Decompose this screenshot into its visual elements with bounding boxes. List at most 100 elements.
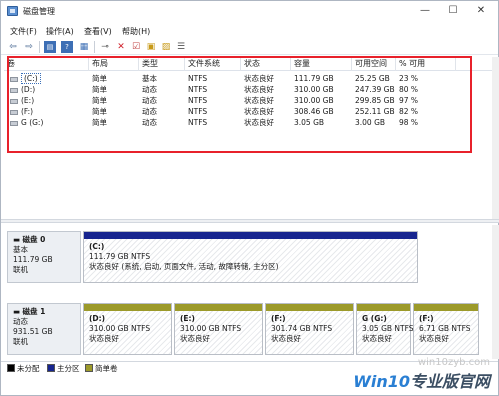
menu-view[interactable]: 查看(V) bbox=[84, 26, 112, 37]
volume-layout: 简单 bbox=[92, 74, 107, 83]
disk-1-label[interactable]: ▬ 磁盘 1 动态 931.51 GB 联机 bbox=[7, 303, 81, 355]
close-button[interactable]: ✕ bbox=[467, 1, 495, 21]
volume-disk-icon bbox=[10, 87, 18, 93]
volume-layout: 简单 bbox=[92, 96, 107, 105]
column-layout[interactable]: 布局 bbox=[89, 57, 139, 71]
column-volume[interactable]: 卷 bbox=[4, 57, 89, 71]
column-percent-free[interactable]: % 可用 bbox=[396, 57, 456, 71]
list-icon[interactable]: ☰ bbox=[175, 41, 187, 53]
volume-disk-icon bbox=[10, 120, 18, 126]
partition-bar bbox=[266, 304, 353, 311]
column-status[interactable]: 状态 bbox=[241, 57, 291, 71]
volume-filesystem: NTFS bbox=[188, 74, 208, 83]
volume-type: 基本 bbox=[142, 74, 157, 83]
volume-status: 状态良好 bbox=[244, 118, 274, 127]
partition-bar bbox=[357, 304, 410, 311]
open-icon[interactable]: ▨ bbox=[160, 41, 172, 53]
disk-state: 联机 bbox=[13, 265, 28, 274]
column-type[interactable]: 类型 bbox=[139, 57, 185, 71]
legend-simple: 简单卷 bbox=[85, 364, 118, 373]
legend-swatch bbox=[7, 364, 15, 372]
new-icon[interactable]: ▣ bbox=[145, 41, 157, 53]
volume-free: 3.00 GB bbox=[355, 118, 386, 127]
partition-e[interactable]: (E:) 310.00 GB NTFS 状态良好 bbox=[174, 303, 263, 355]
volume-status: 状态良好 bbox=[244, 85, 274, 94]
volume-capacity: 3.05 GB bbox=[294, 118, 325, 127]
column-capacity[interactable]: 容量 bbox=[291, 57, 352, 71]
minimize-button[interactable]: — bbox=[411, 1, 439, 21]
partition-letter: (F:) bbox=[271, 314, 286, 323]
console-icon[interactable]: ▤ bbox=[44, 41, 56, 53]
volume-row[interactable]: (C:) 简单 基本 NTFS 状态良好 111.79 GB 25.25 GB … bbox=[4, 73, 492, 84]
disk-name: 磁盘 0 bbox=[22, 235, 46, 244]
forward-icon[interactable]: ⇨ bbox=[23, 41, 35, 53]
partition-bar bbox=[84, 232, 417, 239]
partition-f[interactable]: (F:) 301.74 GB NTFS 状态良好 bbox=[265, 303, 354, 355]
back-icon[interactable]: ⇦ bbox=[7, 41, 19, 53]
volume-type: 动态 bbox=[142, 96, 157, 105]
menu-help[interactable]: 帮助(H) bbox=[122, 26, 150, 37]
volume-percent: 23 % bbox=[399, 74, 419, 83]
disk-0-label[interactable]: ▬ 磁盘 0 基本 111.79 GB 联机 bbox=[7, 231, 81, 283]
partition-c[interactable]: (C:) 111.79 GB NTFS 状态良好 (系统, 启动, 页面文件, … bbox=[83, 231, 418, 283]
pane-splitter[interactable] bbox=[1, 219, 499, 223]
legend-primary: 主分区 bbox=[47, 364, 80, 373]
legend-label: 简单卷 bbox=[95, 364, 118, 373]
maximize-button[interactable]: ☐ bbox=[439, 1, 467, 21]
volume-percent: 97 % bbox=[399, 96, 419, 105]
volume-capacity: 310.00 GB bbox=[294, 96, 334, 105]
partition-f-extension[interactable]: (F:) 6.71 GB NTFS 状态良好 bbox=[413, 303, 479, 355]
check-icon[interactable]: ☑ bbox=[130, 41, 142, 53]
partition-status: 状态良好 bbox=[362, 334, 392, 343]
toolbar-separator bbox=[39, 41, 40, 53]
column-free-space[interactable]: 可用空间 bbox=[352, 57, 396, 71]
partition-letter: (C:) bbox=[89, 242, 105, 251]
volume-status: 状态良好 bbox=[244, 96, 274, 105]
disk-state: 联机 bbox=[13, 337, 28, 346]
volume-free: 247.39 GB bbox=[355, 85, 395, 94]
disk-name: 磁盘 1 bbox=[22, 307, 46, 316]
partition-g[interactable]: G (G:) 3.05 GB NTFS 状态良好 bbox=[356, 303, 414, 355]
delete-icon[interactable]: ✕ bbox=[115, 41, 127, 53]
connect-icon[interactable]: ⊸ bbox=[99, 41, 111, 53]
disk-size: 111.79 GB bbox=[13, 255, 53, 264]
volume-list-scrollbar[interactable] bbox=[492, 57, 499, 219]
disk-map-scrollbar[interactable] bbox=[492, 225, 499, 359]
volume-name: (E:) bbox=[21, 96, 35, 105]
volume-name: (D:) bbox=[21, 85, 36, 94]
partition-d[interactable]: (D:) 310.00 GB NTFS 状态良好 bbox=[83, 303, 172, 355]
column-filesystem[interactable]: 文件系统 bbox=[185, 57, 241, 71]
volume-disk-icon bbox=[10, 98, 18, 104]
title-bar[interactable]: 磁盘管理 — ☐ ✕ bbox=[1, 1, 498, 21]
volume-filesystem: NTFS bbox=[188, 118, 208, 127]
volume-row[interactable]: (E:) 简单 动态 NTFS 状态良好 310.00 GB 299.85 GB… bbox=[4, 95, 492, 106]
menu-file[interactable]: 文件(F) bbox=[10, 26, 37, 37]
volume-disk-icon bbox=[10, 76, 18, 82]
partition-bar bbox=[175, 304, 262, 311]
volume-row[interactable]: (D:) 简单 动态 NTFS 状态良好 310.00 GB 247.39 GB… bbox=[4, 84, 492, 95]
disk-type: 基本 bbox=[13, 245, 28, 254]
volume-filesystem: NTFS bbox=[188, 96, 208, 105]
partition-letter: (E:) bbox=[180, 314, 195, 323]
volume-layout: 简单 bbox=[92, 118, 107, 127]
help-icon[interactable]: ? bbox=[61, 41, 73, 53]
disk-management-window: 磁盘管理 — ☐ ✕ 文件(F) 操作(A) 查看(V) 帮助(H) ⇦ ⇨ ▤… bbox=[0, 0, 499, 396]
partition-size: 310.00 GB NTFS bbox=[180, 324, 242, 333]
partition-status: 状态良好 bbox=[89, 334, 119, 343]
partition-status: 状态良好 bbox=[271, 334, 301, 343]
menu-action[interactable]: 操作(A) bbox=[46, 26, 74, 37]
disk-management-icon bbox=[7, 6, 18, 16]
partition-letter: (F:) bbox=[419, 314, 434, 323]
volume-list-header: 卷 布局 类型 文件系统 状态 容量 可用空间 % 可用 bbox=[4, 57, 492, 71]
legend-swatch bbox=[85, 364, 93, 372]
volume-row[interactable]: (F:) 简单 动态 NTFS 状态良好 308.46 GB 252.11 GB… bbox=[4, 106, 492, 117]
volume-type: 动态 bbox=[142, 107, 157, 116]
volume-name: (C:) bbox=[21, 73, 41, 84]
volume-type: 动态 bbox=[142, 85, 157, 94]
volume-row[interactable]: G (G:) 简单 动态 NTFS 状态良好 3.05 GB 3.00 GB 9… bbox=[4, 117, 492, 128]
partition-size: 301.74 GB NTFS bbox=[271, 324, 333, 333]
volume-list: 卷 布局 类型 文件系统 状态 容量 可用空间 % 可用 (C:) 简单 基本 … bbox=[4, 57, 492, 219]
properties-icon[interactable]: ▦ bbox=[78, 41, 90, 53]
watermark-brand-b: 专业版官网 bbox=[409, 372, 490, 391]
volume-capacity: 310.00 GB bbox=[294, 85, 334, 94]
